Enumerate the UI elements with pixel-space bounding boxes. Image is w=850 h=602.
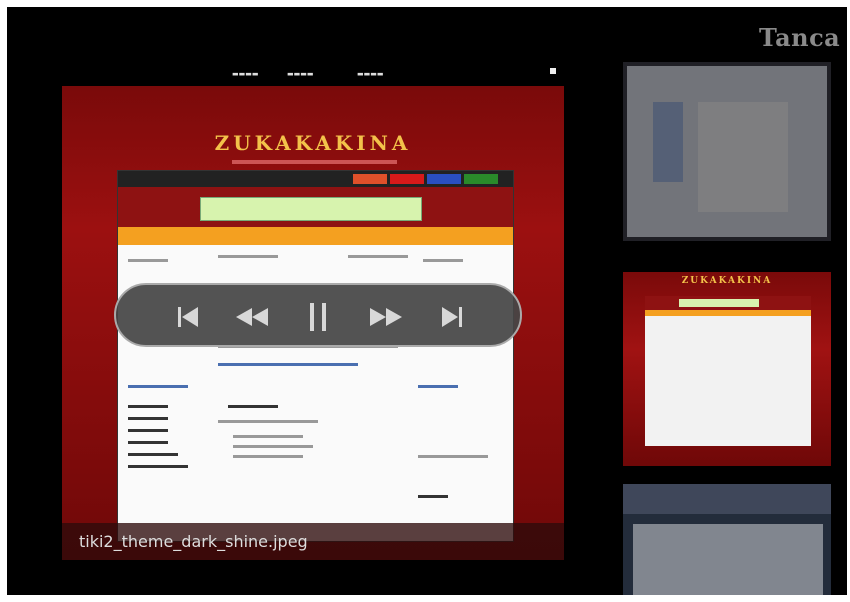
thumbnail-1[interactable] (623, 62, 831, 241)
previous-button[interactable] (166, 295, 210, 339)
text-line (128, 405, 168, 408)
text-line (228, 405, 278, 408)
inner-tab (427, 174, 461, 184)
slide-nav-item: ▬▬▬▬ (287, 70, 314, 78)
slide-brand-logo: ZUKAKAKINA (214, 131, 412, 155)
fast-forward-button[interactable] (364, 295, 408, 339)
text-line (218, 255, 278, 258)
close-button[interactable]: Tanca (759, 23, 840, 52)
thumbnail-2-inner (645, 296, 811, 446)
inner-banner-ad (200, 197, 422, 221)
rewind-icon (236, 308, 268, 326)
pause-button[interactable] (296, 295, 340, 339)
inner-page-topbar (118, 171, 513, 187)
text-line (128, 453, 178, 456)
text-line (233, 455, 303, 458)
thumbnail-3[interactable] (623, 484, 831, 595)
text-line (418, 495, 448, 498)
text-line (218, 420, 318, 423)
previous-icon (178, 307, 198, 327)
slideshow-stage: Tanca ▬▬▬▬ ▬▬▬▬ ▬▬▬▬ ZUKAKAKINA tiki2_th… (7, 7, 847, 595)
slide-topnav: ▬▬▬▬ ▬▬▬▬ ▬▬▬▬ (62, 64, 564, 86)
thumbnail-2-brand: ZUKAKAKINA (681, 276, 773, 286)
inner-page-banner (118, 187, 513, 227)
thumbnail-2-menubar (645, 310, 811, 316)
rewind-button[interactable] (230, 295, 274, 339)
text-line (218, 363, 358, 366)
text-line (348, 255, 408, 258)
thumbnail-3-header (623, 484, 831, 514)
thumbnail-3-content (633, 524, 823, 595)
slide-tagline (232, 160, 397, 164)
thumbnail-1-sidebar (653, 102, 683, 182)
image-filename: tiki2_theme_dark_shine.jpeg (79, 532, 308, 551)
text-line (128, 259, 168, 262)
inner-tab (390, 174, 424, 184)
text-line (128, 385, 188, 388)
next-icon (442, 307, 462, 327)
text-line (423, 259, 463, 262)
slide-nav-item: ▬▬▬▬ (357, 70, 384, 78)
slide-nav-square (550, 68, 556, 74)
text-line (418, 385, 458, 388)
fast-forward-icon (370, 308, 402, 326)
text-line (128, 417, 168, 420)
playback-controls (114, 283, 522, 347)
pause-icon (310, 303, 326, 331)
text-line (128, 441, 168, 444)
text-line (233, 445, 313, 448)
next-button[interactable] (430, 295, 474, 339)
inner-tab (353, 174, 387, 184)
text-line (128, 465, 188, 468)
text-line (418, 455, 488, 458)
inner-page-menubar (118, 227, 513, 245)
inner-tab (464, 174, 498, 184)
image-caption: tiki2_theme_dark_shine.jpeg (62, 523, 564, 560)
slide-inner-page (117, 170, 514, 542)
text-line (128, 429, 168, 432)
thumbnail-2[interactable]: ZUKAKAKINA (623, 260, 831, 466)
slide-nav-item: ▬▬▬▬ (232, 70, 259, 78)
thumbnail-2-ad (679, 299, 759, 307)
text-line (233, 435, 303, 438)
thumbnail-1-content (698, 102, 788, 212)
